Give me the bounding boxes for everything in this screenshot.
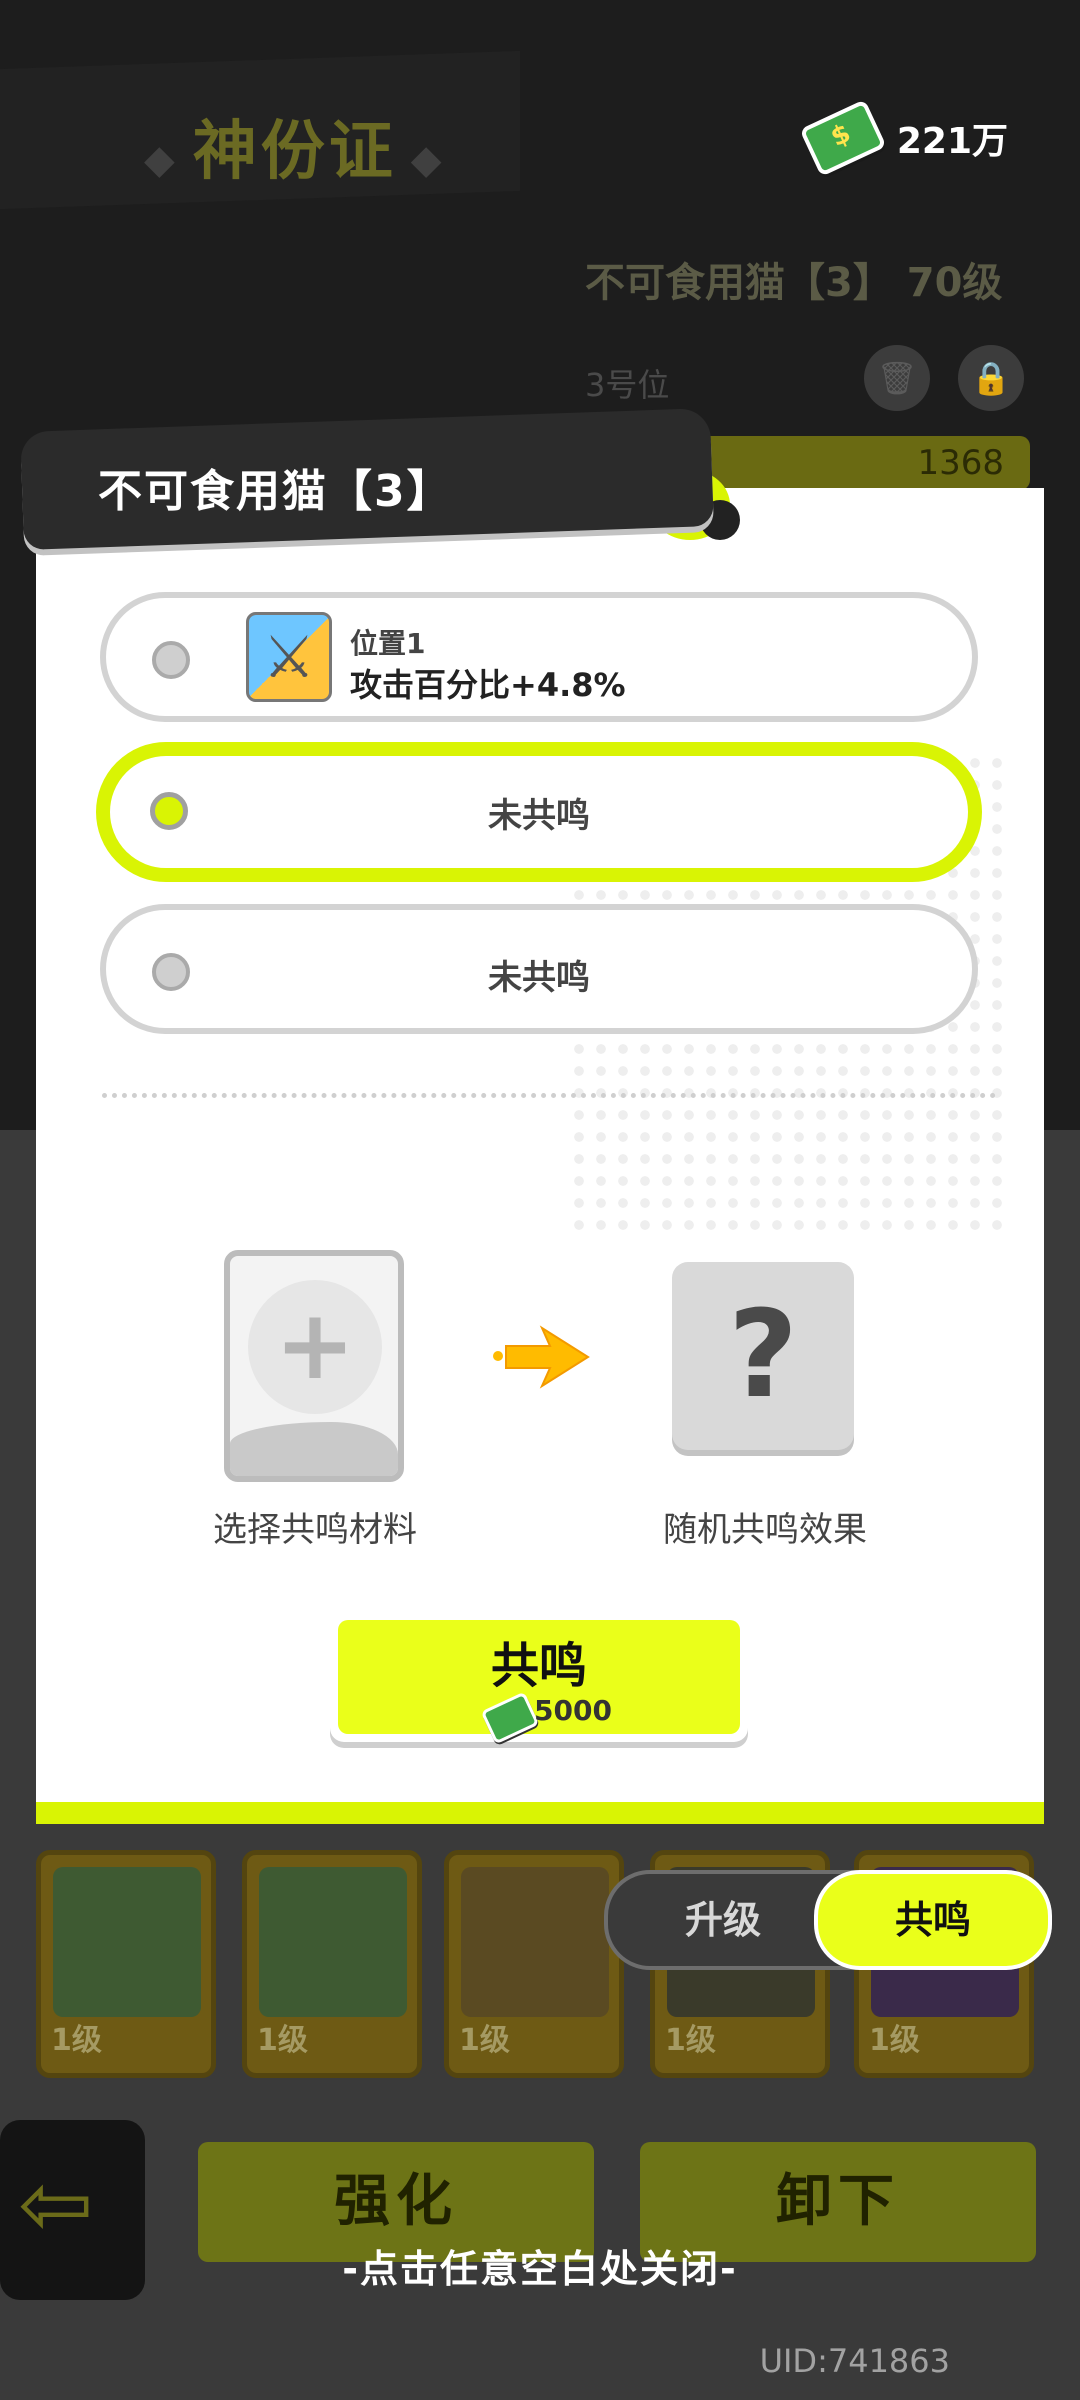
card-item[interactable]: 1级	[242, 1850, 422, 2078]
uid-label: UID:741863	[759, 2342, 950, 2380]
card-art	[461, 1867, 609, 2017]
slot-label: 未共鸣	[488, 796, 590, 836]
tab-upgrade[interactable]: 升级	[638, 1874, 808, 1966]
card-wave	[230, 1422, 398, 1476]
position-label: 3号位	[585, 366, 670, 404]
lock-icon: 🔒	[971, 359, 1011, 397]
cash-icon	[799, 99, 887, 177]
close-hint: -点击任意空白处关闭-	[342, 2247, 738, 2291]
slot-radio[interactable]	[152, 641, 190, 679]
currency-display: 221万	[799, 99, 1032, 177]
card-item[interactable]: 1级	[444, 1850, 624, 2078]
card-level: 1级	[51, 2023, 102, 2058]
material-caption: 选择共鸣材料	[213, 1510, 417, 1550]
slot-label: 未共鸣	[488, 958, 590, 998]
card-item[interactable]: 1级	[36, 1850, 216, 2078]
card-level: 1级	[665, 2023, 716, 2058]
back-arrow-icon: ⇦	[18, 2152, 94, 2257]
card-level: 1级	[459, 2023, 510, 2058]
material-select-card[interactable]: +	[224, 1250, 404, 1482]
resonance-slot-1[interactable]: 位置1 攻击百分比+4.8%	[100, 592, 978, 722]
sword-shield-icon	[246, 612, 332, 702]
resonate-cost: 5000	[534, 1694, 612, 1727]
card-art	[53, 1867, 201, 2017]
resonance-slot-3[interactable]: 未共鸣	[100, 904, 978, 1034]
card-level: 1级	[257, 2023, 308, 2058]
currency-value: 221万	[896, 121, 1008, 162]
cash-icon	[480, 1691, 540, 1745]
trash-button[interactable]: 🗑	[864, 345, 930, 411]
divider	[102, 1093, 996, 1098]
resonate-button-face: 共鸣 5000	[338, 1620, 740, 1745]
diamond-icon: ◆	[144, 137, 179, 183]
resonate-label: 共鸣	[490, 1638, 587, 1694]
tab-resonate[interactable]: 共鸣	[814, 1870, 1052, 1970]
mode-toggle: 升级 共鸣	[604, 1870, 1052, 1970]
lock-button[interactable]: 🔒	[958, 345, 1024, 411]
page-title-text: 神份证	[192, 115, 397, 189]
page-title: ◆ 神份证 ◆	[130, 100, 460, 192]
random-result-card: ?	[672, 1262, 854, 1450]
diamond-icon: ◆	[410, 137, 446, 183]
slot-position-label: 位置1	[350, 627, 426, 660]
resonate-button[interactable]: 共鸣 5000	[330, 1612, 748, 1745]
cat-name-level: 不可食用猫【3】 70级	[585, 260, 1003, 306]
modal-title: 不可食用猫【3】	[98, 466, 453, 517]
card-art	[259, 1867, 407, 2017]
arrow-right-icon	[493, 1325, 590, 1389]
trash-icon: 🗑	[876, 359, 918, 397]
plus-icon: +	[248, 1280, 382, 1414]
result-caption: 随机共鸣效果	[663, 1510, 867, 1550]
resonance-slot-2[interactable]: 未共鸣	[96, 742, 982, 882]
slot-effect: 攻击百分比+4.8%	[350, 666, 626, 704]
card-level: 1级	[869, 2023, 920, 2058]
